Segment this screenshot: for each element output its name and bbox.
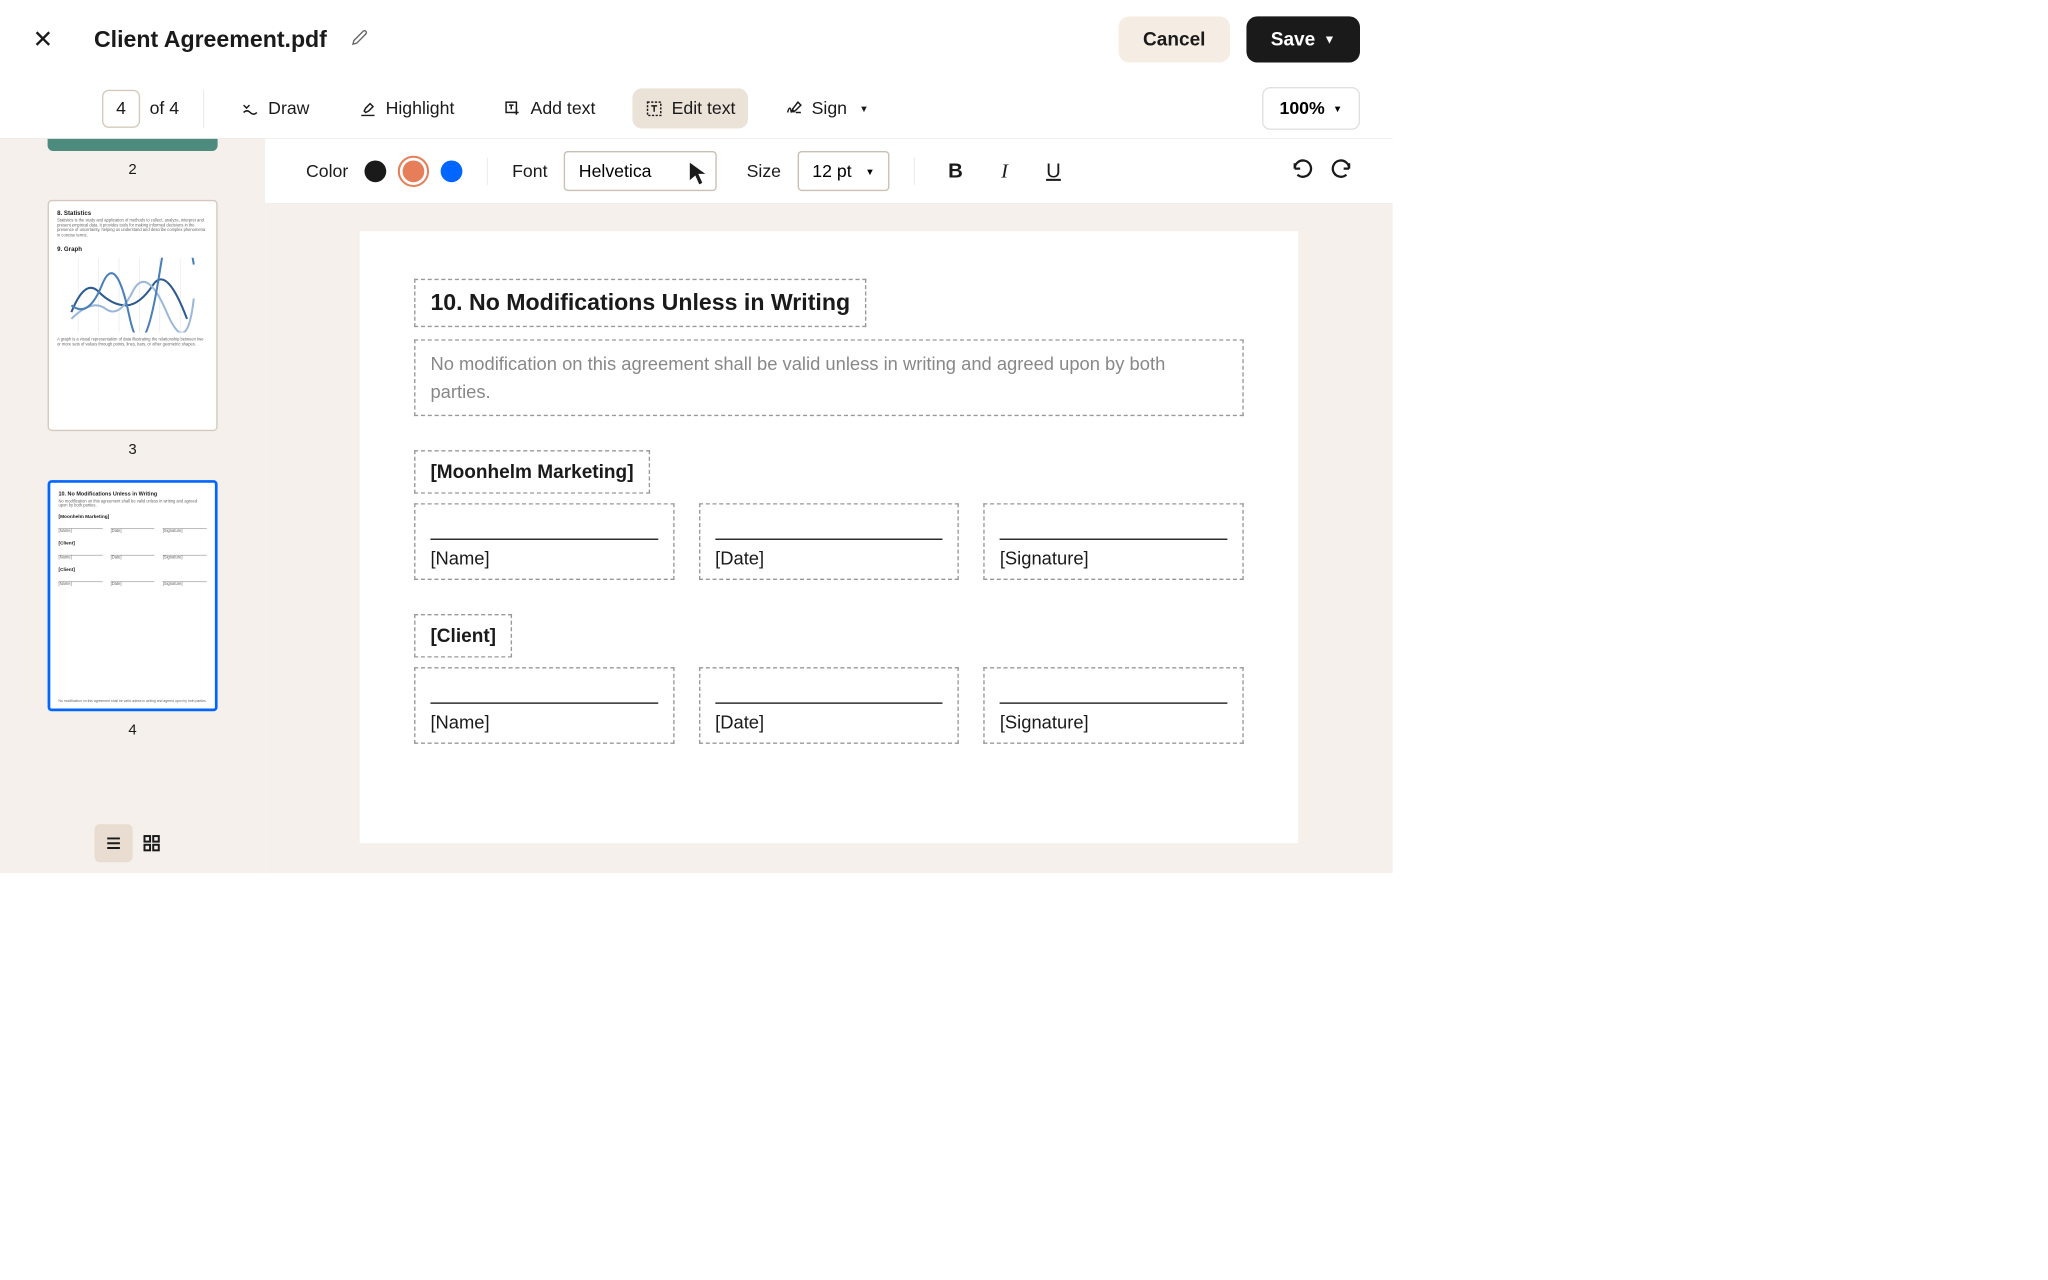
add-text-icon (503, 99, 522, 118)
document-page: 10. No Modifications Unless in Writing N… (360, 231, 1298, 843)
font-label: Font (512, 160, 547, 181)
add-text-label: Add text (531, 98, 596, 119)
signature-field-date-2[interactable]: [Date] (699, 667, 959, 744)
edit-text-label: Edit text (672, 98, 736, 119)
sign-icon (784, 99, 803, 118)
document-canvas[interactable]: 10. No Modifications Unless in Writing N… (265, 204, 1392, 873)
undo-icon[interactable] (1292, 157, 1314, 184)
chevron-down-icon: ▼ (859, 103, 868, 114)
highlight-tool[interactable]: Highlight (346, 88, 466, 128)
draw-icon (241, 99, 260, 118)
close-icon[interactable]: ✕ (33, 25, 54, 54)
size-select[interactable]: 12 pt ▼ (797, 151, 889, 191)
draw-tool[interactable]: Draw (229, 88, 322, 128)
pencil-icon[interactable] (351, 29, 367, 50)
italic-button[interactable]: I (988, 159, 1021, 182)
thumbnail-page-3[interactable]: 8. Statistics Statistics is the study an… (48, 200, 218, 431)
document-title: Client Agreement.pdf (94, 26, 327, 53)
highlight-icon (358, 99, 377, 118)
page-total: of 4 (150, 98, 179, 119)
chevron-down-icon: ▼ (692, 166, 701, 177)
size-label: Size (747, 160, 781, 181)
editable-heading[interactable]: 10. No Modifications Unless in Writing (414, 279, 866, 327)
chevron-down-icon: ▼ (865, 166, 874, 177)
redo-icon[interactable] (1330, 157, 1352, 184)
signature-field-name-2[interactable]: [Name] (414, 667, 674, 744)
font-select[interactable]: Helvetica ▼ (564, 151, 717, 191)
thumbnail-page-2-partial[interactable] (48, 139, 218, 151)
cancel-button[interactable]: Cancel (1119, 16, 1230, 62)
signature-field-signature-1[interactable]: [Signature] (984, 503, 1244, 580)
page-number-input[interactable] (102, 89, 140, 127)
thumbnail-page-4[interactable]: 10. No Modifications Unless in Writing N… (48, 480, 218, 711)
underline-button[interactable]: U (1037, 159, 1070, 182)
zoom-value: 100% (1280, 98, 1325, 119)
editable-party-2[interactable]: [Client] (414, 614, 512, 658)
color-label: Color (306, 160, 348, 181)
save-button[interactable]: Save ▼ (1246, 16, 1360, 62)
edit-text-icon (644, 99, 663, 118)
thumbnail-label-2: 2 (128, 160, 136, 178)
edit-text-tool[interactable]: Edit text (632, 88, 748, 128)
sign-tool[interactable]: Sign ▼ (772, 88, 881, 128)
thumbnail-label-3: 3 (128, 441, 136, 459)
color-swatch-blue[interactable] (441, 160, 463, 182)
thumbnail-graph (57, 258, 208, 333)
list-view-button[interactable] (95, 824, 133, 862)
thumbnail-label-4: 4 (128, 721, 136, 739)
zoom-select[interactable]: 100% ▼ (1262, 87, 1360, 130)
thumbnail-sidebar: 2 8. Statistics Statistics is the study … (0, 139, 265, 873)
signature-field-name-1[interactable]: [Name] (414, 503, 674, 580)
add-text-tool[interactable]: Add text (491, 88, 608, 128)
chevron-down-icon: ▼ (1323, 32, 1335, 46)
signature-field-signature-2[interactable]: [Signature] (984, 667, 1244, 744)
color-swatch-black[interactable] (365, 160, 387, 182)
draw-label: Draw (268, 98, 309, 119)
chevron-down-icon: ▼ (1333, 103, 1342, 114)
color-swatch-orange[interactable] (403, 160, 425, 182)
bold-button[interactable]: B (939, 159, 972, 182)
editable-body[interactable]: No modification on this agreement shall … (414, 339, 1244, 416)
save-label: Save (1271, 29, 1315, 51)
grid-view-button[interactable] (133, 824, 171, 862)
sign-label: Sign (812, 98, 847, 119)
format-bar: Color Font Helvetica ▼ Size 12 pt ▼ B I … (265, 139, 1392, 204)
signature-field-date-1[interactable]: [Date] (699, 503, 959, 580)
size-value: 12 pt (812, 160, 851, 181)
highlight-label: Highlight (386, 98, 455, 119)
editable-party-1[interactable]: [Moonhelm Marketing] (414, 450, 650, 494)
font-value: Helvetica (579, 160, 652, 181)
